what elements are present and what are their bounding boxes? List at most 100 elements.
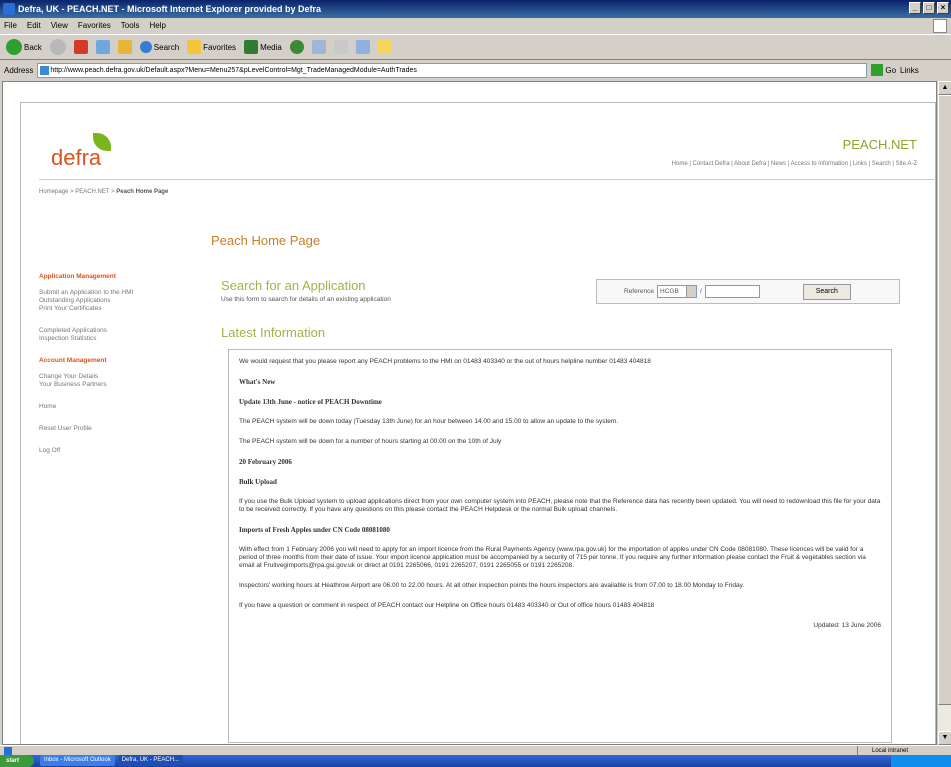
- star-icon: [187, 40, 202, 54]
- close-button[interactable]: ×: [937, 2, 949, 14]
- page-title: Peach Home Page: [211, 233, 321, 248]
- sidebar-item-partners[interactable]: Your Business Partners: [39, 381, 189, 389]
- sidebar-item-details[interactable]: Change Your Details: [39, 373, 189, 381]
- back-button[interactable]: Back: [4, 39, 44, 55]
- sidebar-item-completed[interactable]: Completed Applications: [39, 327, 189, 335]
- favorites-button[interactable]: Favorites: [185, 40, 238, 54]
- refresh-button[interactable]: [94, 40, 112, 54]
- breadcrumb-home[interactable]: Homepage: [39, 189, 68, 195]
- breadcrumb-peach[interactable]: PEACH.NET: [75, 189, 109, 195]
- search-icon: [139, 41, 152, 53]
- top-links[interactable]: Home | Contact Defra | About Defra | New…: [672, 161, 917, 167]
- menu-tools[interactable]: Tools: [121, 18, 140, 34]
- ie-icon: [4, 747, 12, 755]
- windows-logo-icon: [933, 19, 947, 33]
- defra-logo[interactable]: defra: [51, 133, 141, 173]
- window-title: Defra, UK - PEACH.NET - Microsoft Intern…: [18, 4, 322, 14]
- task-outlook[interactable]: Inbox - Microsoft Outlook: [40, 755, 115, 766]
- apples-heading: Imports of Fresh Apples under CN Code 08…: [239, 526, 390, 534]
- search-subtitle: Use this form to search for details of a…: [221, 296, 391, 303]
- sidebar-item-submit[interactable]: Submit an Application to the HMI: [39, 289, 189, 297]
- page-container: defra PEACH.NET Home | Contact Defra | A…: [20, 102, 936, 744]
- sidebar-item-print[interactable]: Print Your Certificates: [39, 305, 189, 313]
- bulk-heading: Bulk Upload: [239, 478, 277, 486]
- title-bar: Defra, UK - PEACH.NET - Microsoft Intern…: [0, 0, 951, 18]
- reference-select[interactable]: HCGB: [657, 285, 697, 298]
- info-paragraph: We would request that you please report …: [239, 358, 651, 365]
- sidebar-item-home[interactable]: Home: [39, 403, 189, 411]
- stop-button[interactable]: [72, 40, 90, 54]
- info-paragraph: If you use the Bulk Upload system to upl…: [239, 498, 881, 513]
- latest-title: Latest Information: [221, 325, 326, 340]
- page-viewport: defra PEACH.NET Home | Contact Defra | A…: [2, 81, 937, 745]
- menu-help[interactable]: Help: [149, 18, 165, 34]
- sidebar-heading-account: Account Management: [39, 357, 107, 364]
- edit-icon: [355, 40, 370, 54]
- status-bar: Local intranet: [0, 745, 951, 756]
- refresh-icon: [95, 40, 110, 54]
- maximize-button[interactable]: □: [923, 2, 935, 14]
- sidebar: Application Management Submit an Applica…: [39, 273, 189, 469]
- search-form: Reference HCGB / Search: [596, 279, 900, 304]
- sidebar-item-reset[interactable]: Reset User Profile: [39, 425, 189, 433]
- home-button[interactable]: [116, 40, 134, 54]
- menu-edit[interactable]: Edit: [27, 18, 41, 34]
- vertical-scrollbar[interactable]: ▲ ▼: [937, 81, 951, 745]
- page-icon: [40, 65, 50, 75]
- search-button[interactable]: Search: [138, 41, 181, 53]
- edit-button[interactable]: [354, 40, 372, 54]
- history-button[interactable]: [288, 40, 306, 54]
- info-paragraph: Inspectors' working hours at Heathrow Ai…: [239, 582, 745, 589]
- info-paragraph: The PEACH system will be down for a numb…: [239, 438, 502, 445]
- search-button[interactable]: Search: [802, 283, 851, 300]
- minimize-button[interactable]: _: [909, 2, 921, 14]
- sidebar-item-logoff[interactable]: Log Off: [39, 447, 189, 455]
- task-browser[interactable]: Defra, UK - PEACH...: [117, 755, 184, 766]
- scroll-thumb[interactable]: [938, 95, 951, 705]
- menu-view[interactable]: View: [51, 18, 68, 34]
- address-input[interactable]: http://www.peach.defra.gov.uk/Default.as…: [37, 62, 868, 78]
- scroll-down-icon[interactable]: ▼: [938, 731, 951, 745]
- mail-icon: [311, 40, 326, 54]
- folder-button[interactable]: [376, 40, 394, 54]
- go-button[interactable]: Go: [871, 64, 896, 76]
- mail-button[interactable]: [310, 40, 328, 54]
- sidebar-item-outstanding[interactable]: Outstanding Applications: [39, 297, 189, 305]
- sidebar-heading-application: Application Management: [39, 273, 116, 280]
- scroll-up-icon[interactable]: ▲: [938, 81, 951, 95]
- reference-number-input[interactable]: [704, 285, 760, 298]
- menu-file[interactable]: File: [4, 18, 17, 34]
- go-arrow-icon: [871, 64, 884, 76]
- links-button[interactable]: Links: [900, 66, 919, 75]
- updated-date: Updated: 13 June 2006: [813, 622, 881, 629]
- print-icon: [333, 40, 348, 54]
- info-paragraph: The PEACH system will be down today (Tue…: [239, 418, 619, 425]
- print-button[interactable]: [332, 40, 350, 54]
- start-button[interactable]: start: [0, 755, 34, 767]
- breadcrumb-current: Peach Home Page: [116, 189, 169, 195]
- chevron-down-icon: [686, 286, 696, 297]
- update-heading: Update 13th June - notice of PEACH Downt…: [239, 398, 382, 406]
- forward-button[interactable]: [48, 39, 68, 55]
- media-icon: [244, 40, 259, 54]
- reference-separator: /: [700, 288, 702, 295]
- address-bar: Address http://www.peach.defra.gov.uk/De…: [0, 60, 951, 80]
- header-divider: [39, 179, 936, 180]
- latest-info-box: We would request that you please report …: [228, 349, 892, 743]
- browser-window: Defra, UK - PEACH.NET - Microsoft Intern…: [0, 0, 951, 767]
- menu-bar: File Edit View Favorites Tools Help: [0, 18, 951, 34]
- back-arrow-icon: [6, 39, 22, 55]
- menu-favorites[interactable]: Favorites: [78, 18, 111, 34]
- history-icon: [289, 40, 304, 54]
- toolbar: Back Search Favorites Media: [0, 34, 951, 60]
- whats-new-heading: What's New: [239, 378, 276, 386]
- date-heading: 20 February 2006: [239, 458, 292, 466]
- folder-icon: [377, 40, 392, 54]
- home-icon: [117, 40, 132, 54]
- reference-label: Reference: [624, 288, 654, 295]
- site-name: PEACH.NET: [842, 137, 917, 152]
- sidebar-item-statistics[interactable]: Inspection Statistics: [39, 335, 189, 343]
- media-button[interactable]: Media: [242, 40, 284, 54]
- address-label: Address: [4, 65, 34, 75]
- logo-text: defra: [51, 145, 102, 170]
